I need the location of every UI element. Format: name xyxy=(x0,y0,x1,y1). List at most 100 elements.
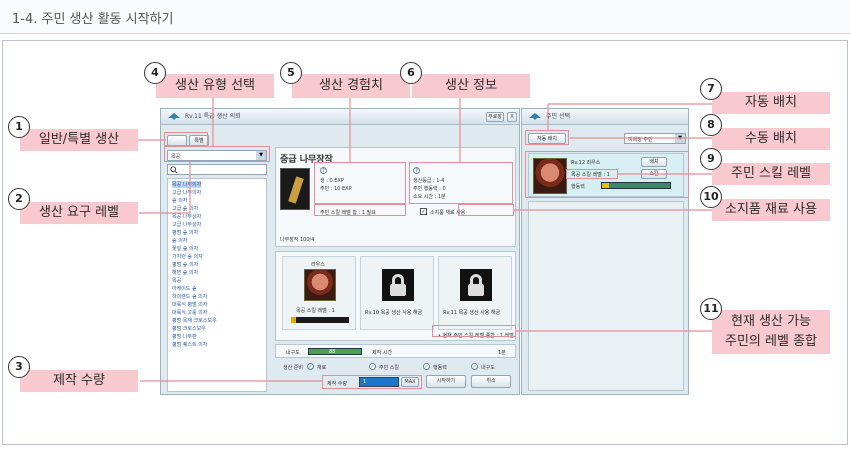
callout-label: 생산 정보 xyxy=(412,74,530,98)
check-icon: ✓ xyxy=(307,363,314,370)
list-item[interactable]: 대륙식 평범 의자 xyxy=(172,301,207,308)
resident-portrait xyxy=(304,269,336,301)
list-item[interactable]: 숲 의자 xyxy=(172,237,187,244)
callout-label: 자동 배치 xyxy=(712,92,830,114)
time-label: 제작 시간 xyxy=(372,350,392,356)
callout-number: 8 xyxy=(700,114,722,136)
logo-icon xyxy=(168,113,180,120)
list-item[interactable]: 하이랜드 숲 의자 xyxy=(172,293,207,300)
callout-number: 6 xyxy=(400,62,422,84)
list-item[interactable]: 고급 숲 의자 xyxy=(172,205,198,212)
durability-value: 88 xyxy=(329,349,336,355)
callout-label: 생산 유형 선택 xyxy=(156,74,274,98)
list-item[interactable]: 평범 숲 의자 xyxy=(172,229,198,236)
callout-label: 수동 배치 xyxy=(712,128,830,150)
check-action: 행동력 xyxy=(433,365,447,371)
callout-label: 일반/특별 생산 xyxy=(20,129,138,151)
chevron-down-icon: ▼ xyxy=(675,134,685,143)
resident-slot-3[interactable]: Rv.11 목공 생산 사용 해금 xyxy=(438,256,512,330)
callout-number: 10 xyxy=(700,186,722,208)
list-item[interactable]: 목공 나무의자 xyxy=(172,181,202,188)
highlight-auto xyxy=(525,130,569,145)
highlight-exp xyxy=(314,162,406,204)
slot1-skill: 목공 스킬 레벨 : 1 xyxy=(296,308,335,314)
cancel-button[interactable]: 취소 xyxy=(471,375,511,388)
production-ready-label: 생산 준비 xyxy=(283,365,303,371)
list-item[interactable]: 꽃잎 숲 의자 xyxy=(172,245,198,252)
callout-number: 4 xyxy=(144,62,166,84)
list-item[interactable]: 평범 나무판 xyxy=(172,333,197,340)
callout-number: 2 xyxy=(8,188,30,210)
callout-number: 7 xyxy=(700,78,722,100)
window-titlebar: Rv.11 특급 생산 의뢰 무료장 X xyxy=(161,109,519,125)
resident-slot-2[interactable]: Rv.10 목공 생산 사용 해금 xyxy=(360,256,434,330)
list-item[interactable]: 가지런 숲 의자 xyxy=(172,253,203,260)
item-image xyxy=(280,168,310,210)
list-item[interactable]: 고급 나무상자 xyxy=(172,221,201,228)
window-titlebar: 주민 선택 xyxy=(522,109,688,125)
list-item[interactable]: 평범 숲 의자 xyxy=(172,261,198,268)
callout-number: 3 xyxy=(8,356,30,378)
highlight-total-level xyxy=(432,325,516,337)
search-icon xyxy=(170,166,178,174)
page-title: 1-4. 주민 생산 활동 시작하기 xyxy=(12,12,174,27)
item-sub: 나무장작 100/4 xyxy=(280,237,315,243)
resident-dropdown-value: 미배정 주민 xyxy=(628,137,653,143)
callout-line-2: 주민의 레벨 종합 xyxy=(725,334,817,349)
list-item[interactable]: 목공 나무상자 xyxy=(172,213,201,220)
highlight-skill xyxy=(566,169,618,179)
highlight-quantity xyxy=(322,375,422,389)
callout-label-multiline: 현재 생산 가능 주민의 레벨 종합 xyxy=(712,310,830,354)
durability-bar: 88 xyxy=(308,348,362,355)
callout-number: 9 xyxy=(700,148,722,170)
slot3-label: Rv.11 목공 생산 사용 해금 xyxy=(443,310,501,316)
slot1-level-bar xyxy=(291,317,349,323)
list-item[interactable]: 대륙식 고풍 의자 xyxy=(172,309,207,316)
resident-list-area xyxy=(528,201,684,391)
highlight-info xyxy=(409,162,513,204)
resident-dropdown[interactable]: 미배정 주민 ▼ xyxy=(624,133,686,144)
callout-line-1: 현재 생산 가능 xyxy=(730,314,812,329)
lock-icon xyxy=(460,269,492,301)
page-header: 1-4. 주민 생산 활동 시작하기 xyxy=(0,0,850,34)
lock-icon xyxy=(382,269,414,301)
start-button[interactable]: 시작하기 xyxy=(426,375,466,388)
time-value: 1분 xyxy=(498,350,506,356)
list-item[interactable]: 숲 의자 xyxy=(172,197,187,204)
highlight-type-tabs xyxy=(164,132,208,146)
search-input[interactable] xyxy=(167,164,267,175)
use-inventory-checkbox[interactable]: ✓ xyxy=(420,208,427,215)
list-item[interactable]: 고급 나무의자 xyxy=(172,189,201,196)
recipe-list: 목공 나무의자 고급 나무의자 숲 의자 고급 숲 의자 목공 나무상자 고급 … xyxy=(167,178,267,392)
callout-label: 생산 요구 레벨 xyxy=(20,202,138,224)
list-item[interactable]: 평범 퀘스트 의자 xyxy=(172,341,207,348)
callout-label: 주민 스킬 레벨 xyxy=(712,163,830,185)
check-skill: 주민 스킬 xyxy=(379,365,399,371)
check-durability: 내구도 xyxy=(481,365,495,371)
callout-label: 제작 수량 xyxy=(20,370,138,392)
callout-number: 5 xyxy=(280,62,302,84)
list-item[interactable]: 아케이드 숲 xyxy=(172,285,197,292)
resident-slot-1[interactable]: 라우스 목공 스킬 레벨 : 1 xyxy=(282,256,356,330)
highlight-req-level xyxy=(314,204,406,216)
list-item[interactable]: 평범 크로스보우 xyxy=(172,325,206,332)
list-item[interactable]: 평범 목재 크로스보우 xyxy=(172,317,217,324)
durability-row: 내구도 88 제작 시간 1분 xyxy=(275,344,516,358)
check-icon: ✓ xyxy=(369,363,376,370)
callout-label: 생산 경험치 xyxy=(292,74,410,98)
highlight-inventory xyxy=(458,204,514,216)
callout-label: 소지품 재료 사용 xyxy=(712,199,830,221)
free-button[interactable]: 무료장 xyxy=(486,112,504,122)
highlight-type-dropdown xyxy=(164,146,270,162)
slot2-label: Rv.10 목공 생산 사용 해금 xyxy=(365,310,423,316)
check-icon: ✓ xyxy=(471,363,478,370)
side-window-title: 주민 선택 xyxy=(546,113,570,120)
logo-icon xyxy=(529,113,541,120)
list-item[interactable]: 해변 숲 의자 xyxy=(172,269,198,276)
close-button[interactable]: X xyxy=(507,112,517,122)
callout-number: 11 xyxy=(700,298,722,320)
check-icon: ✓ xyxy=(423,363,430,370)
durability-label: 내구도 xyxy=(286,350,300,356)
list-item[interactable]: 목공 xyxy=(172,277,181,284)
window-title: Rv.11 특급 생산 의뢰 xyxy=(185,113,241,120)
